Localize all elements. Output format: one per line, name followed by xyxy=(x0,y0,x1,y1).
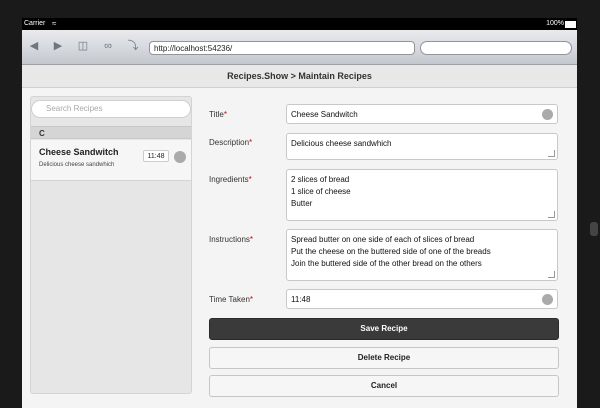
ingredients-field[interactable]: 2 slices of bread 1 slice of cheese Butt… xyxy=(286,169,558,221)
wifi-icon: ≈ xyxy=(52,19,57,28)
save-recipe-button[interactable]: Save Recipe xyxy=(209,318,559,340)
section-divider: C xyxy=(31,126,191,139)
instruction-line: Join the buttered side of the other brea… xyxy=(291,259,482,268)
description-value: Delicious cheese sandwhich xyxy=(291,139,392,148)
forward-icon[interactable]: ▶ xyxy=(51,39,65,53)
url-field[interactable]: http://localhost:54236/ xyxy=(149,41,415,55)
search-recipes-input[interactable]: Search Recipes xyxy=(31,100,191,118)
cancel-button[interactable]: Cancel xyxy=(209,375,559,397)
battery-icon xyxy=(565,21,576,28)
ingredient-line: 2 slices of bread xyxy=(291,175,350,184)
recipe-description: Delicious cheese sandwhich xyxy=(39,162,115,168)
tabs-icon[interactable]: ◫ xyxy=(76,39,90,53)
title-label: Title* xyxy=(209,110,227,119)
carrier-label: Carrier xyxy=(24,20,46,27)
browser-search-field[interactable] xyxy=(420,41,572,55)
description-field[interactable]: Delicious cheese sandwhich xyxy=(286,133,558,160)
status-dot-icon xyxy=(174,151,186,163)
title-value: Cheese Sandwitch xyxy=(291,110,358,119)
description-label: Description* xyxy=(209,138,253,147)
back-icon[interactable]: ◀ xyxy=(27,39,41,53)
time-taken-field[interactable]: 11:48 xyxy=(286,289,558,309)
ingredient-line: 1 slice of cheese xyxy=(291,187,351,196)
instruction-line: Put the cheese on the buttered side of o… xyxy=(291,247,491,256)
resize-grip-icon[interactable] xyxy=(548,211,555,218)
clear-title-icon[interactable] xyxy=(542,109,553,120)
list-item[interactable]: Cheese Sandwitch Delicious cheese sandwh… xyxy=(31,140,191,181)
bookmarks-icon[interactable]: ∞ xyxy=(101,39,115,53)
ingredient-line: Butter xyxy=(291,199,313,208)
share-icon[interactable]: ⤵ xyxy=(126,39,140,53)
clear-time-icon[interactable] xyxy=(542,294,553,305)
status-bar: Carrier ≈ 100% xyxy=(22,18,577,30)
battery-percent: 100% xyxy=(546,20,564,27)
instructions-field[interactable]: Spread butter on one side of each of sli… xyxy=(286,229,558,281)
recipe-name: Cheese Sandwitch xyxy=(39,147,119,157)
recipe-sidebar: Search Recipes C Cheese Sandwitch Delici… xyxy=(30,96,192,394)
resize-grip-icon[interactable] xyxy=(548,271,555,278)
recipe-time-badge: 11:48 xyxy=(143,150,169,162)
device-side-button xyxy=(590,222,598,236)
time-taken-value: 11:48 xyxy=(291,295,311,304)
instructions-label: Instructions* xyxy=(209,235,254,244)
instruction-line: Spread butter on one side of each of sli… xyxy=(291,235,475,244)
ingredients-label: Ingredients* xyxy=(209,175,252,184)
browser-toolbar: ◀ ▶ ◫ ∞ ⤵ http://localhost:54236/ xyxy=(22,30,577,65)
time-taken-label: Time Taken* xyxy=(209,295,254,304)
resize-grip-icon[interactable] xyxy=(548,150,555,157)
delete-recipe-button[interactable]: Delete Recipe xyxy=(209,347,559,369)
title-field[interactable]: Cheese Sandwitch xyxy=(286,104,558,124)
page-title: Recipes.Show > Maintain Recipes xyxy=(22,65,577,88)
